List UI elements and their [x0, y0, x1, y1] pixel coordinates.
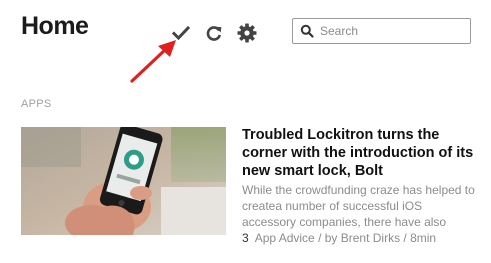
refresh-icon: [206, 26, 222, 41]
refresh-button[interactable]: [203, 22, 225, 44]
search-box[interactable]: [292, 18, 471, 44]
section-label: APPS: [21, 98, 52, 110]
article-thumbnail[interactable]: [21, 127, 226, 235]
article-snippet: While the crowdfunding craze has helped …: [242, 183, 475, 229]
search-icon: [300, 24, 314, 38]
article-headline[interactable]: Troubled Lockitron turns the corner with…: [242, 126, 478, 180]
annotation-arrow: [130, 40, 176, 83]
article-image: [21, 127, 226, 235]
article-byline: App Advice / by Brent Dirks / 8min: [254, 231, 437, 245]
page-title: Home: [21, 12, 89, 40]
settings-button[interactable]: [235, 21, 259, 45]
article-count: 3: [242, 231, 249, 245]
gear-icon: [237, 23, 257, 43]
article-meta: 3 App Advice / by Brent Dirks / 8min: [242, 231, 436, 245]
page: Home Search APPS Troubled Lockitron turn…: [0, 0, 491, 263]
search-input[interactable]: [320, 20, 470, 42]
